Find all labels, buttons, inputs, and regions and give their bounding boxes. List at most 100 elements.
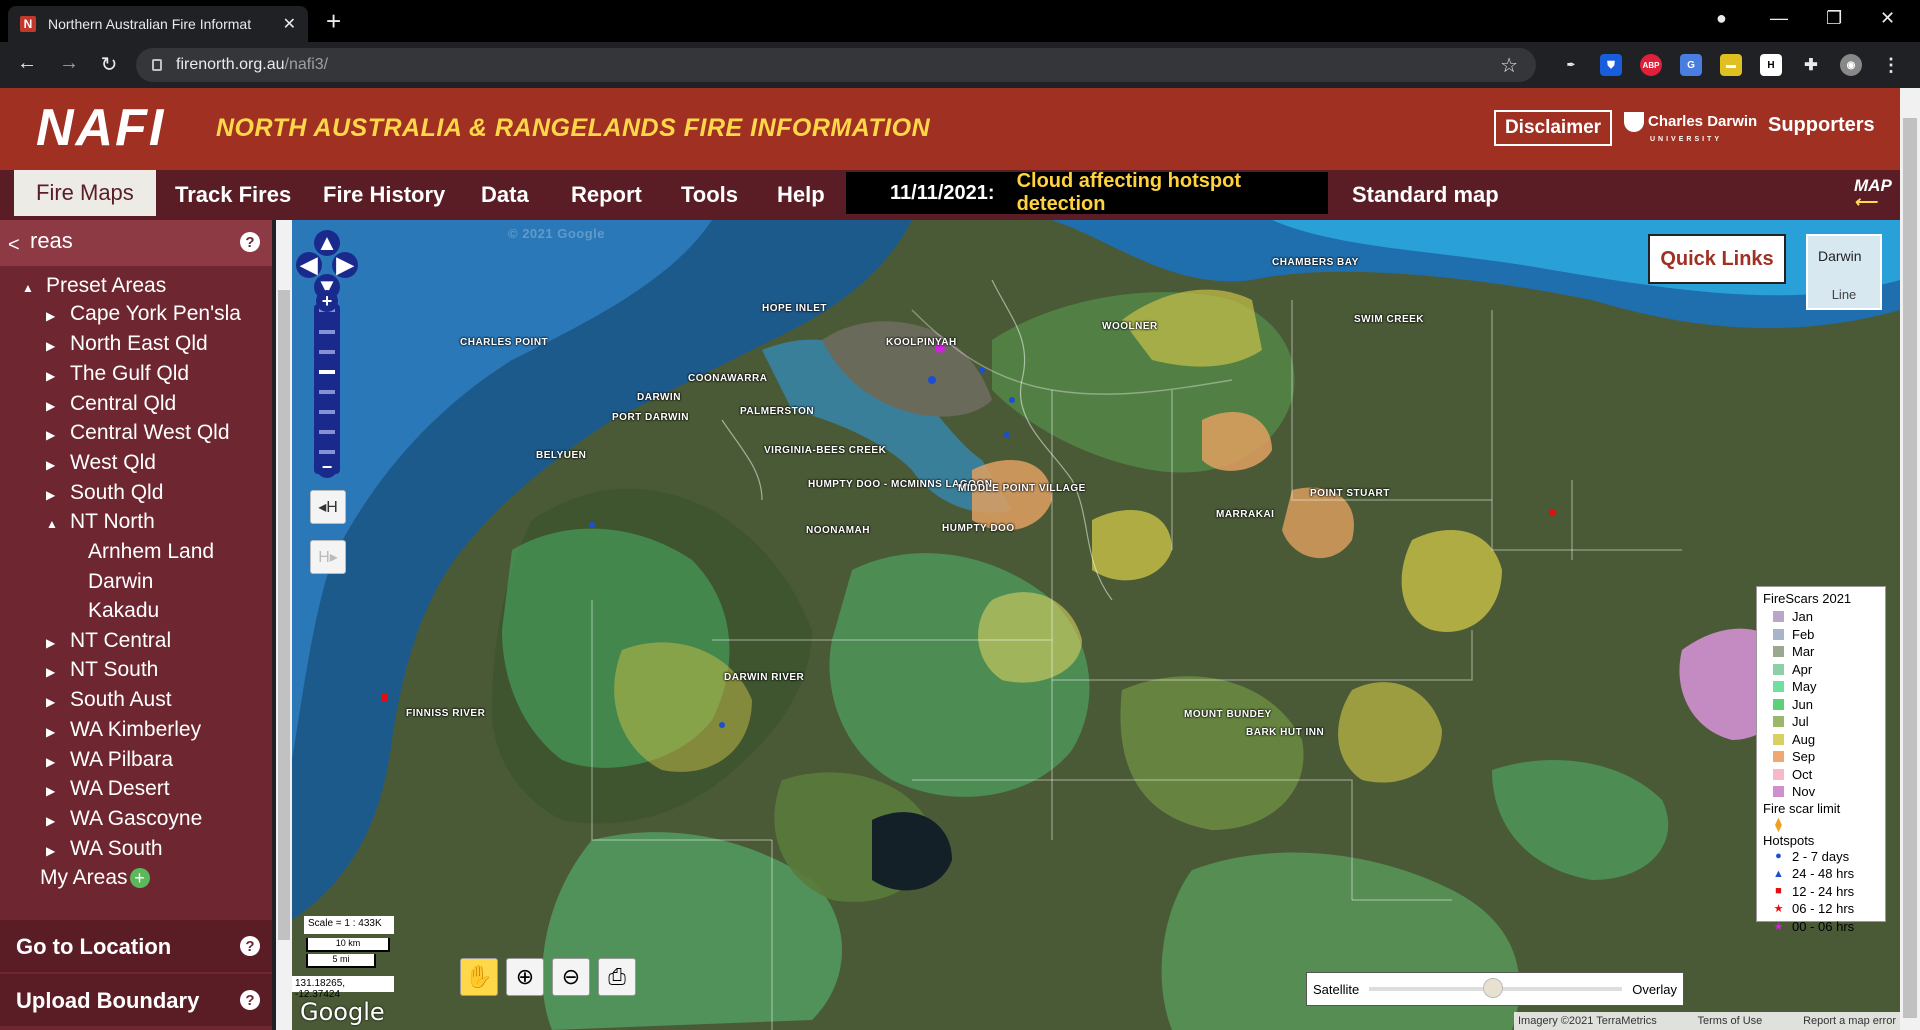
tree-item-south-qld[interactable]: ▶ South Qld [46, 481, 163, 505]
abp-icon[interactable]: ABP [1640, 54, 1662, 76]
menu-fire-history[interactable]: Fire History [323, 170, 445, 220]
legend-hotspot-label: 24 - 48 hrs [1792, 866, 1855, 882]
scale-bar-km: 10 km [306, 938, 390, 952]
puzzle-icon[interactable]: ✚ [1800, 54, 1822, 76]
upload-boundary-panel[interactable]: Upload Boundary ? [0, 974, 272, 1026]
history-forward-icon[interactable]: H▸ [310, 540, 346, 574]
tree-item-arnhem-land[interactable]: Arnhem Land [88, 540, 214, 564]
standard-map-link[interactable]: Standard map [1352, 170, 1499, 220]
help-icon[interactable]: ? [240, 990, 260, 1010]
go-to-location-label: Go to Location [16, 934, 172, 959]
page-scrollbar[interactable] [1900, 88, 1920, 1030]
zoom-slider[interactable] [314, 304, 340, 474]
translate-icon[interactable]: G [1680, 54, 1702, 76]
place-label: WOOLNER [1102, 321, 1158, 332]
areas-panel-header[interactable]: < reas ? [0, 220, 272, 266]
window-close-icon[interactable]: ✕ [1880, 8, 1895, 29]
map-icon[interactable]: MAP ⟵ [1854, 176, 1892, 214]
tree-item-west-qld[interactable]: ▶ West Qld [46, 451, 156, 475]
place-label: MIDDLE POINT VILLAGE [958, 483, 1086, 494]
tree-my-areas[interactable]: My Areas + [40, 866, 150, 890]
opacity-track[interactable] [1369, 978, 1623, 998]
tree-item-wa-gascoyne[interactable]: ▶ WA Gascoyne [46, 807, 202, 831]
tree-item-north-east-qld[interactable]: ▶ North East Qld [46, 332, 208, 356]
minimize-icon[interactable]: — [1770, 8, 1788, 29]
menu-data[interactable]: Data [481, 170, 529, 220]
zoom-in-tool-icon[interactable]: ⊕ [506, 958, 544, 996]
tree-item-cape-york[interactable]: ▶ Cape York Pen'sla [46, 302, 241, 326]
scroll-thumb[interactable] [1903, 118, 1917, 1018]
place-label: FINNISS RIVER [406, 708, 486, 719]
chrome-menu-icon[interactable]: ● [1716, 8, 1727, 29]
h-icon[interactable]: H [1760, 54, 1782, 76]
scroll-thumb[interactable] [278, 290, 290, 940]
tree-item-nt-north[interactable]: ▲ NT North [46, 510, 155, 534]
collapse-left-icon[interactable]: < [8, 234, 20, 257]
tree-item-wa-kimberley[interactable]: ▶ WA Kimberley [46, 718, 201, 742]
add-plus-icon[interactable]: + [129, 868, 150, 889]
legend-swatch [1773, 751, 1784, 763]
cdu-logo[interactable]: Charles Darwin UNIVERSITY [1624, 112, 1757, 147]
print-icon[interactable]: ⎙ [598, 958, 636, 996]
profile-icon[interactable]: ◉ [1840, 54, 1862, 76]
legend-swatch [1773, 663, 1784, 675]
close-icon[interactable]: ✕ [283, 14, 296, 34]
bitwarden-icon[interactable]: ⛊ [1600, 54, 1622, 76]
opacity-slider[interactable]: Satellite Overlay [1306, 972, 1684, 1006]
report-error-link[interactable]: Report a map error [1803, 1015, 1896, 1027]
tree-item-gulf-qld[interactable]: ▶ The Gulf Qld [46, 362, 189, 386]
pan-hand-icon[interactable]: ✋ [460, 958, 498, 996]
legend-month-label: Oct [1792, 766, 1813, 782]
new-tab-plus-icon[interactable]: + [326, 8, 341, 34]
pin-icon[interactable]: ✒ [1560, 54, 1582, 76]
nafi-logo[interactable]: NAFI [36, 98, 165, 158]
tree-item-central-qld[interactable]: ▶ Central Qld [46, 392, 176, 416]
zoom-out-tool-icon[interactable]: ⊖ [552, 958, 590, 996]
tree-item-wa-desert[interactable]: ▶ WA Desert [46, 777, 170, 801]
zoom-out-minus-icon[interactable]: − [316, 456, 338, 478]
tree-item-south-aust[interactable]: ▶ South Aust [46, 688, 172, 712]
tree-item-nt-south[interactable]: ▶ NT South [46, 658, 158, 682]
forward-arrow-icon[interactable]: → [56, 52, 82, 75]
tree-item-central-west-qld[interactable]: ▶ Central West Qld [46, 421, 230, 445]
kebab-menu-icon[interactable]: ⋮ [1880, 54, 1902, 76]
tree-item-darwin[interactable]: Darwin [88, 570, 153, 594]
zoom-in-plus-icon[interactable]: + [316, 290, 338, 312]
browser-tab-strip: N Northern Australian Fire Informat ✕ + … [0, 0, 1920, 42]
fire-map[interactable]: CHAMBERS BAY HOPE INLET CHARLES POINT KO… [292, 220, 1900, 1030]
help-icon[interactable]: ? [240, 232, 260, 252]
tree-item-nt-central[interactable]: ▶ NT Central [46, 629, 171, 653]
help-icon[interactable]: ? [240, 936, 260, 956]
disclaimer-button[interactable]: Disclaimer [1494, 110, 1612, 146]
bookmark-star-icon[interactable]: ☆ [1500, 53, 1518, 78]
place-label: POINT STUART [1310, 488, 1390, 499]
menu-track-fires[interactable]: Track Fires [175, 170, 291, 220]
caret-down-icon: ▲ [46, 517, 58, 531]
caret-right-icon: ▶ [46, 399, 56, 413]
terms-link[interactable]: Terms of Use [1698, 1015, 1763, 1027]
basemap-inset-toggle[interactable]: Darwin Line [1806, 234, 1882, 310]
sidebar-scrollbar[interactable] [276, 220, 292, 1030]
menu-fire-maps[interactable]: Fire Maps [14, 170, 156, 216]
history-back-icon[interactable]: ◂H [310, 490, 346, 524]
supporters-link[interactable]: Supporters [1768, 114, 1875, 137]
alert-banner[interactable]: 11/11/2021: Cloud affecting hotspot dete… [846, 170, 1328, 215]
address-bar[interactable]: firenorth.org.au/nafi3/ ☆ [136, 48, 1536, 82]
legend-month-row: Aug [1763, 731, 1879, 749]
go-to-location-panel[interactable]: Go to Location ? [0, 920, 272, 972]
reload-icon[interactable]: ↻ [96, 52, 122, 77]
map-attribution: Imagery ©2021 TerraMetrics Terms of Use … [1514, 1012, 1900, 1030]
menu-report[interactable]: Report [571, 170, 642, 220]
tree-item-kakadu[interactable]: Kakadu [88, 599, 159, 623]
menu-help[interactable]: Help [777, 170, 825, 220]
menu-tools[interactable]: Tools [681, 170, 738, 220]
tree-preset-areas[interactable]: ▲ Preset Areas [22, 274, 166, 298]
maximize-icon[interactable]: ❐ [1826, 8, 1842, 29]
browser-tab[interactable]: N Northern Australian Fire Informat ✕ [8, 6, 308, 42]
back-arrow-icon[interactable]: ← [14, 52, 40, 75]
notes-icon[interactable]: ▬ [1720, 54, 1742, 76]
tree-item-wa-south[interactable]: ▶ WA South [46, 837, 163, 861]
opacity-knob[interactable] [1483, 978, 1504, 998]
quick-links-button[interactable]: Quick Links [1648, 234, 1786, 284]
tree-item-wa-pilbara[interactable]: ▶ WA Pilbara [46, 748, 173, 772]
